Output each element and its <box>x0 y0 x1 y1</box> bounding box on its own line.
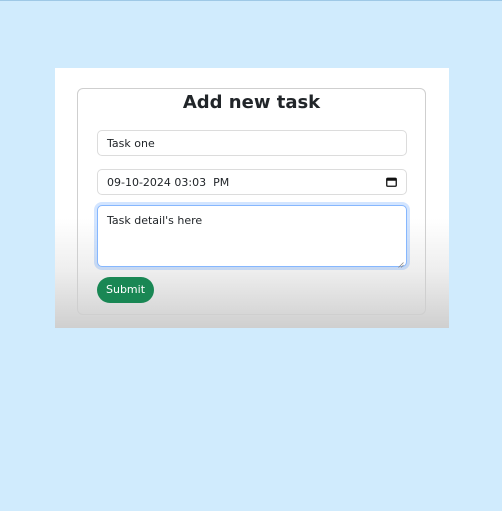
calendar-icon[interactable] <box>386 177 397 187</box>
task-datetime-input[interactable]: 09-10-2024 03:03 PM <box>97 169 407 195</box>
task-name-value: Task one <box>107 136 155 150</box>
form-title: Add new task <box>182 92 321 113</box>
task-datetime-value: 09-10-2024 03:03 PM <box>107 175 230 189</box>
task-details-textarea[interactable]: Task detail's here <box>97 205 407 268</box>
task-name-input[interactable]: Task one <box>97 130 407 156</box>
form-panel: Add new task Task one 09-10-2024 03:03 P… <box>55 68 449 328</box>
submit-button[interactable]: Submit <box>97 277 155 303</box>
task-details-value: Task detail's here <box>107 214 203 227</box>
resize-handle-icon[interactable] <box>398 258 404 268</box>
add-task-card: Add new task Task one 09-10-2024 03:03 P… <box>77 88 426 315</box>
